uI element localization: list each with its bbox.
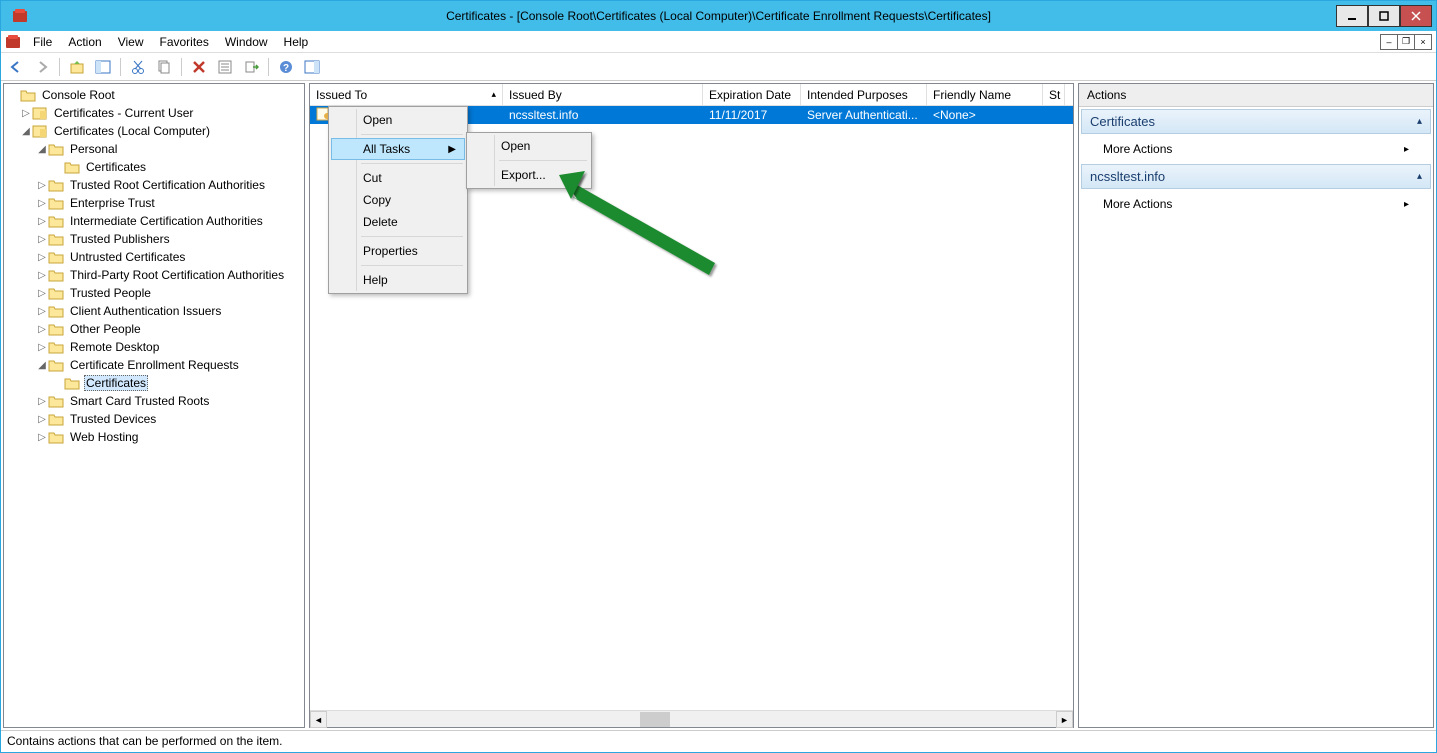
context-menu-alltasks: Open Export...: [466, 132, 592, 189]
cm-properties[interactable]: Properties: [331, 240, 465, 262]
statusbar: Contains actions that can be performed o…: [1, 730, 1436, 752]
tree-enrollment-certs[interactable]: Certificates: [6, 374, 302, 392]
list-body[interactable]: ncssltest.info ncssltest.info 11/11/2017…: [310, 106, 1073, 710]
actions-header: Actions: [1079, 84, 1433, 107]
tree-cert-current-user[interactable]: ▷Certificates - Current User: [6, 104, 302, 122]
app-icon: [11, 7, 29, 25]
chevron-up-icon: ▴: [1417, 171, 1422, 182]
mdi-close[interactable]: ×: [1414, 34, 1432, 50]
cm-copy[interactable]: Copy: [331, 189, 465, 211]
cm-delete[interactable]: Delete: [331, 211, 465, 233]
back-button[interactable]: [5, 56, 27, 78]
col-friendly[interactable]: Friendly Name: [927, 84, 1043, 105]
tree-other-people[interactable]: ▷Other People: [6, 320, 302, 338]
menu-file[interactable]: File: [25, 33, 60, 51]
menu-action[interactable]: Action: [60, 33, 109, 51]
mdi-restore[interactable]: ❐: [1397, 34, 1415, 50]
tree-trusted-publishers[interactable]: ▷Trusted Publishers: [6, 230, 302, 248]
tree-personal[interactable]: ◢Personal: [6, 140, 302, 158]
mdi-minimize[interactable]: –: [1380, 34, 1398, 50]
cm-all-tasks[interactable]: All Tasks▶: [331, 138, 465, 160]
mmc-icon: [5, 34, 21, 50]
window-controls: [1336, 5, 1432, 27]
cm-help[interactable]: Help: [331, 269, 465, 291]
menu-favorites[interactable]: Favorites: [152, 33, 217, 51]
tree-client-auth-issuers[interactable]: ▷Client Authentication Issuers: [6, 302, 302, 320]
col-st[interactable]: St: [1043, 84, 1065, 105]
show-hide-tree-button[interactable]: [92, 56, 114, 78]
col-expiration[interactable]: Expiration Date: [703, 84, 801, 105]
tree-cert-local-computer[interactable]: ◢Certificates (Local Computer): [6, 122, 302, 140]
tree-untrusted-certs[interactable]: ▷Untrusted Certificates: [6, 248, 302, 266]
list-header: Issued To▴ Issued By Expiration Date Int…: [310, 84, 1073, 106]
col-issued-by[interactable]: Issued By: [503, 84, 703, 105]
tree-remote-desktop[interactable]: ▷Remote Desktop: [6, 338, 302, 356]
status-text: Contains actions that can be performed o…: [7, 734, 283, 748]
help-button[interactable]: ?: [275, 56, 297, 78]
action-more-certificates[interactable]: More Actions ▸: [1079, 136, 1433, 162]
maximize-button[interactable]: [1368, 5, 1400, 27]
titlebar: Certificates - [Console Root\Certificate…: [1, 1, 1436, 31]
toolbar: ?: [1, 53, 1436, 81]
window-title: Certificates - [Console Root\Certificate…: [446, 9, 991, 23]
col-purposes[interactable]: Intended Purposes: [801, 84, 927, 105]
actions-section-certificates[interactable]: Certificates ▴: [1081, 109, 1431, 134]
scroll-left-button[interactable]: ◄: [310, 711, 327, 728]
actions-pane: Actions Certificates ▴ More Actions ▸ nc…: [1078, 83, 1434, 728]
forward-button[interactable]: [31, 56, 53, 78]
mdi-controls: – ❐ ×: [1381, 34, 1432, 50]
scroll-right-button[interactable]: ►: [1056, 711, 1073, 728]
cm-cut[interactable]: Cut: [331, 167, 465, 189]
submenu-arrow-icon: ▸: [1404, 199, 1409, 210]
up-button[interactable]: [66, 56, 88, 78]
cut-button[interactable]: [127, 56, 149, 78]
tree-web-hosting[interactable]: ▷Web Hosting: [6, 428, 302, 446]
menu-window[interactable]: Window: [217, 33, 276, 51]
scroll-track[interactable]: [327, 711, 1056, 727]
tree-pane[interactable]: Console Root ▷Certificates - Current Use…: [3, 83, 305, 728]
tree-intermediate-ca[interactable]: ▷Intermediate Certification Authorities: [6, 212, 302, 230]
cm-open[interactable]: Open: [331, 109, 465, 131]
options-button[interactable]: [301, 56, 323, 78]
tree-smart-card[interactable]: ▷Smart Card Trusted Roots: [6, 392, 302, 410]
tree-trusted-devices[interactable]: ▷Trusted Devices: [6, 410, 302, 428]
menu-view[interactable]: View: [110, 33, 152, 51]
tree-trusted-people[interactable]: ▷Trusted People: [6, 284, 302, 302]
minimize-button[interactable]: [1336, 5, 1368, 27]
chevron-up-icon: ▴: [1417, 116, 1422, 127]
horizontal-scrollbar[interactable]: ◄ ►: [310, 710, 1073, 727]
submenu-arrow-icon: ▸: [1404, 144, 1409, 155]
cm-sub-export[interactable]: Export...: [469, 164, 589, 186]
action-more-item[interactable]: More Actions ▸: [1079, 191, 1433, 217]
delete-button[interactable]: [188, 56, 210, 78]
menu-help[interactable]: Help: [276, 33, 317, 51]
scroll-thumb[interactable]: [640, 712, 670, 727]
context-menu-primary: Open All Tasks▶ Cut Copy Delete Properti…: [328, 106, 468, 294]
copy-button[interactable]: [153, 56, 175, 78]
close-button[interactable]: [1400, 5, 1432, 27]
properties-button[interactable]: [214, 56, 236, 78]
actions-section-item[interactable]: ncssltest.info ▴: [1081, 164, 1431, 189]
main-area: Console Root ▷Certificates - Current Use…: [1, 81, 1436, 730]
tree-cert-enrollment-requests[interactable]: ◢Certificate Enrollment Requests: [6, 356, 302, 374]
list-pane: Issued To▴ Issued By Expiration Date Int…: [309, 83, 1074, 728]
tree-enterprise-trust[interactable]: ▷Enterprise Trust: [6, 194, 302, 212]
tree-trusted-root[interactable]: ▷Trusted Root Certification Authorities: [6, 176, 302, 194]
export-button[interactable]: [240, 56, 262, 78]
tree-personal-certs[interactable]: Certificates: [6, 158, 302, 176]
submenu-arrow-icon: ▶: [448, 144, 456, 155]
tree-third-party-root[interactable]: ▷Third-Party Root Certification Authorit…: [6, 266, 302, 284]
cm-sub-open[interactable]: Open: [469, 135, 589, 157]
tree-console-root[interactable]: Console Root: [6, 86, 302, 104]
menubar: File Action View Favorites Window Help –…: [1, 31, 1436, 53]
col-issued-to[interactable]: Issued To▴: [310, 84, 503, 105]
sort-asc-icon: ▴: [491, 89, 496, 100]
svg-text:?: ?: [283, 63, 289, 74]
